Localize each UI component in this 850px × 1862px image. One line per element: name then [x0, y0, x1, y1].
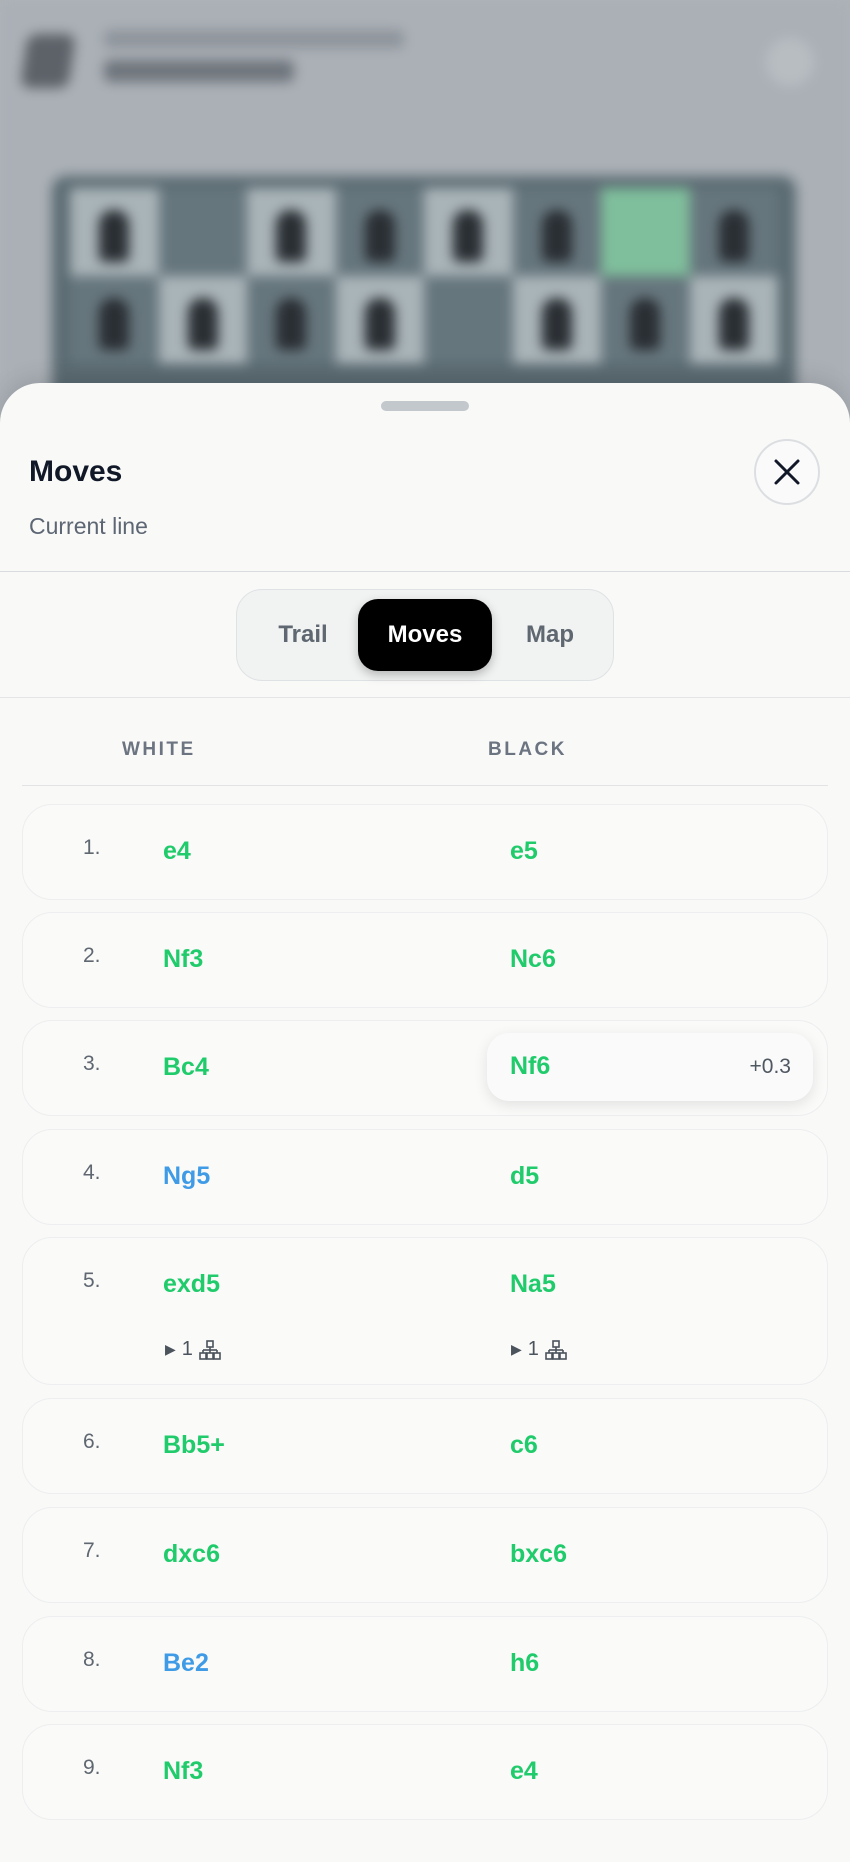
column-header-white: WHITE: [122, 739, 196, 760]
move-number: 7.: [83, 1539, 101, 1562]
move-row-4: 4. Ng5 d5: [22, 1129, 828, 1225]
play-arrow-icon: ▶: [511, 1341, 522, 1357]
move-number: 2.: [83, 944, 101, 967]
move-number: 6.: [83, 1430, 101, 1453]
black-move[interactable]: bxc6: [510, 1540, 567, 1569]
close-icon: [774, 459, 800, 485]
tab-moves[interactable]: Moves: [358, 599, 492, 671]
move-number: 9.: [83, 1756, 101, 1779]
black-variation-toggle[interactable]: ▶ 1: [511, 1338, 567, 1361]
tabs-divider: [0, 697, 850, 698]
white-move[interactable]: Nf3: [163, 945, 203, 974]
black-move[interactable]: d5: [510, 1162, 539, 1191]
black-move[interactable]: c6: [510, 1431, 538, 1460]
moves-sheet: Moves Current line Trail Moves Map WHITE…: [0, 383, 850, 1862]
branch-icon: [545, 1339, 567, 1360]
move-number: 5.: [83, 1269, 101, 1292]
variation-count: 1: [527, 1338, 539, 1360]
move-number: 8.: [83, 1648, 101, 1671]
move-row-6: 6. Bb5+ c6: [22, 1398, 828, 1494]
white-move[interactable]: e4: [163, 837, 191, 866]
white-move[interactable]: dxc6: [163, 1540, 220, 1569]
move-row-2: 2. Nf3 Nc6: [22, 912, 828, 1008]
app-header-line: [104, 30, 404, 48]
view-switcher: Trail Moves Map: [236, 589, 614, 681]
header-divider: [0, 571, 850, 572]
sheet-grabber[interactable]: [381, 401, 469, 411]
white-move[interactable]: exd5: [163, 1270, 220, 1299]
background-app: [0, 0, 850, 436]
variation-count: 1: [181, 1338, 193, 1360]
white-move[interactable]: Be2: [163, 1649, 209, 1678]
sheet-subtitle: Current line: [29, 513, 148, 539]
move-row-8: 8. Be2 h6: [22, 1616, 828, 1712]
app-logo: [20, 34, 76, 88]
play-arrow-icon: ▶: [165, 1341, 176, 1357]
move-row-9: 9. Nf3 e4: [22, 1724, 828, 1820]
white-move[interactable]: Bc4: [163, 1053, 209, 1082]
move-number: 3.: [83, 1052, 101, 1075]
white-move[interactable]: Bb5+: [163, 1431, 225, 1460]
white-move[interactable]: Nf3: [163, 1757, 203, 1786]
black-move[interactable]: e4: [510, 1757, 538, 1786]
sheet-title: Moves: [29, 455, 123, 488]
move-number: 1.: [83, 836, 101, 859]
black-move[interactable]: Nc6: [510, 945, 556, 974]
app-header-title: [104, 60, 294, 82]
black-move[interactable]: e5: [510, 837, 538, 866]
white-variation-toggle[interactable]: ▶ 1: [165, 1338, 221, 1361]
move-row-5: 5. exd5 Na5 ▶ 1 ▶ 1: [22, 1237, 828, 1385]
move-row-3: 3. Bc4 Nf6 +0.3: [22, 1020, 828, 1116]
move-row-7: 7. dxc6 bxc6: [22, 1507, 828, 1603]
branch-icon: [199, 1339, 221, 1360]
column-header-black: BLACK: [488, 739, 567, 760]
selected-move-chip[interactable]: Nf6 +0.3: [487, 1033, 813, 1101]
black-move[interactable]: Nf6: [510, 1052, 550, 1081]
tab-trail[interactable]: Trail: [245, 599, 361, 671]
black-move[interactable]: Na5: [510, 1270, 556, 1299]
tab-map[interactable]: Map: [495, 599, 605, 671]
evaluation-score: +0.3: [749, 1055, 791, 1078]
app-header-button: [766, 38, 814, 86]
move-row-1: 1. e4 e5: [22, 804, 828, 900]
close-button[interactable]: [754, 439, 820, 505]
black-move[interactable]: h6: [510, 1649, 539, 1678]
move-number: 4.: [83, 1161, 101, 1184]
column-header-divider: [22, 785, 828, 786]
white-move[interactable]: Ng5: [163, 1162, 210, 1191]
